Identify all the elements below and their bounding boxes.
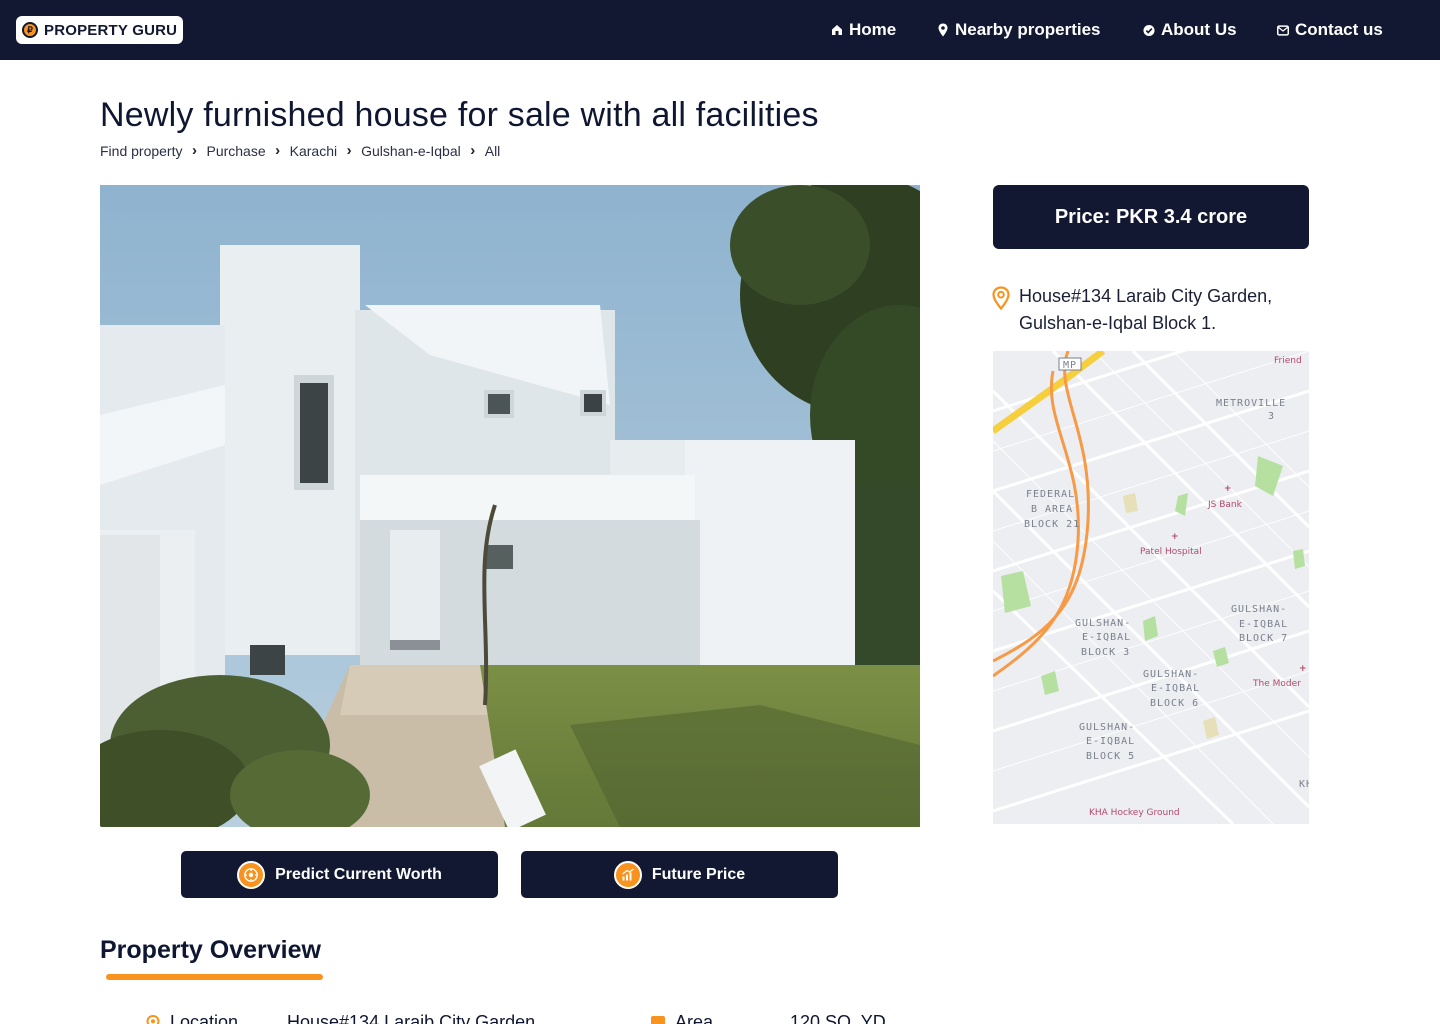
nav-about-label: About Us [1161,20,1237,39]
location-pin-icon [991,286,1011,315]
logo-icon: ₽ [22,22,38,38]
breadcrumb-all[interactable]: All [485,143,501,159]
map-label-federal-area: B AREA [1031,504,1073,515]
map-label-metroville-num: 3 [1268,411,1275,422]
breadcrumb: Find property › Purchase › Karachi › Gul… [100,142,500,159]
svg-text:+: + [1224,484,1232,494]
nav-about-us[interactable]: About Us [1143,0,1237,60]
location-map[interactable]: MP Friend METROVILLE 3 FEDERAL B AREA BL… [993,351,1309,824]
map-pin-icon [937,23,949,37]
heading-underline [106,974,323,980]
address-line-2: Gulshan-e-Iqbal Block 1. [1019,313,1217,333]
property-guru-logo[interactable]: ₽ PROPERTY GURU [16,16,183,44]
chevron-right-icon: › [191,142,197,159]
future-price-label: Future Price [651,865,746,883]
location-pin-icon [146,1014,160,1024]
growth-chart-icon [613,860,642,889]
chevron-right-icon: › [275,142,281,159]
valuation-icon [237,860,266,889]
property-address: House#134 Laraib City Garden, Gulshan-e-… [1019,283,1319,337]
property-photo [100,185,920,827]
mail-icon [1277,24,1289,36]
home-icon [831,24,843,36]
map-label-g6-2: E-IQBAL [1151,683,1200,694]
map-label-mp: MP [1063,360,1077,371]
svg-text:+: + [1299,664,1307,674]
logo-text: PROPERTY GURU [44,21,178,39]
check-badge-icon [1143,24,1155,36]
map-label-kh: KH [1299,779,1309,790]
overview-area-label: Area [675,1012,714,1024]
map-label-federal: FEDERAL [1026,489,1075,500]
map-label-g3-2: E-IQBAL [1082,632,1131,643]
area-icon [651,1016,665,1024]
breadcrumb-purchase[interactable]: Purchase [206,143,265,159]
page-title: Newly furnished house for sale with all … [100,96,819,134]
map-label-g7-3: BLOCK 7 [1239,633,1288,644]
map-label-g3-3: BLOCK 3 [1081,647,1130,658]
breadcrumb-karachi[interactable]: Karachi [290,143,337,159]
chevron-right-icon: › [346,142,352,159]
map-label-federal-block: BLOCK 21 [1024,519,1080,530]
map-poi-hockey-ground: KHA Hockey Ground [1089,808,1180,818]
map-label-g6-3: BLOCK 6 [1150,698,1199,709]
map-label-g5-3: BLOCK 5 [1086,751,1135,762]
map-label-metroville: METROVILLE [1216,398,1286,409]
map-label-g5-2: E-IQBAL [1086,736,1135,747]
nav-home[interactable]: Home [831,0,896,60]
future-price-button[interactable]: Future Price [521,851,838,898]
map-poi-js-bank: JS Bank [1207,500,1243,510]
map-poi-patel-hospital: Patel Hospital [1140,547,1202,557]
map-label-g7-1: GULSHAN- [1231,604,1287,615]
price-badge: Price: PKR 3.4 crore [993,185,1309,249]
address-line-1: House#134 Laraib City Garden, [1019,286,1273,306]
nav-home-label: Home [849,20,897,39]
breadcrumb-find-property[interactable]: Find property [100,143,182,159]
svg-text:+: + [1171,532,1179,542]
predict-current-worth-label: Predict Current Worth [275,865,442,883]
map-label-g3-1: GULSHAN- [1075,618,1131,629]
property-overview-heading: Property Overview [100,936,321,964]
nav-nearby-label: Nearby properties [955,20,1101,39]
overview-location-label: Location [170,1012,239,1024]
map-label-g5-1: GULSHAN- [1079,722,1135,733]
overview-area-value: 120 SQ. YD [790,1012,886,1024]
map-label-g7-2: E-IQBAL [1239,619,1288,630]
map-label-friend: Friend [1274,356,1302,366]
predict-current-worth-button[interactable]: Predict Current Worth [181,851,498,898]
top-navigation-bar: ₽ PROPERTY GURU Home Nearby properties A… [0,0,1440,60]
map-label-g6-1: GULSHAN- [1143,669,1199,680]
nav-nearby-properties[interactable]: Nearby properties [937,0,1101,60]
overview-location-value: House#134 Laraib City Garden [287,1012,536,1024]
nav-contact-label: Contact us [1295,20,1383,39]
map-poi-the-moder: The Moder [1252,679,1301,689]
nav-contact-us[interactable]: Contact us [1277,0,1383,60]
chevron-right-icon: › [470,142,476,159]
breadcrumb-gulshan-e-iqbal[interactable]: Gulshan-e-Iqbal [361,143,461,159]
